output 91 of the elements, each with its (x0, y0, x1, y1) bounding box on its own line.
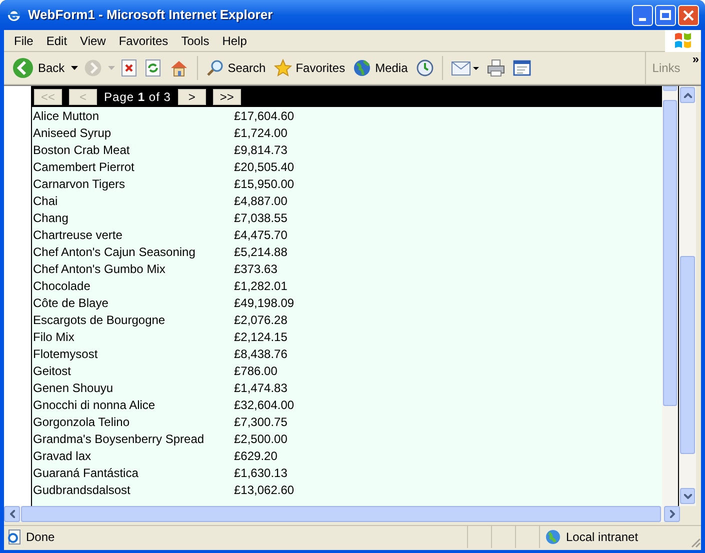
status-text: Done (26, 529, 55, 546)
table-cell-text: £17,604.60 (234, 108, 294, 124)
menu-item[interactable]: Favorites (112, 32, 174, 50)
table-cell-text: Guaraná Fantástica (32, 464, 140, 482)
table-cell-text: Aniseed Syrup (32, 124, 112, 142)
table-cell-text: Chai (32, 192, 59, 210)
table-cell-text: Escargots de Bourgogne (32, 312, 166, 328)
menu-item[interactable]: Tools (175, 32, 216, 50)
page-indicator: Page 1 of 3 (104, 88, 171, 106)
table-cell-text: Boston Crab Meat (32, 142, 131, 158)
menu-item[interactable]: Help (216, 32, 253, 50)
table-cell-text: £786.00 (234, 362, 278, 380)
maximize-button[interactable] (655, 4, 676, 26)
table-cell-text: Grandma's Boysenberry Spread (32, 430, 206, 448)
table-cell-text: Chocolade (32, 278, 92, 294)
refresh-icon[interactable] (144, 59, 161, 77)
table-cell-text: £1,474.83 (234, 380, 288, 396)
house-icon[interactable] (168, 59, 189, 77)
notepad-icon[interactable] (512, 59, 531, 77)
resize-grip-icon[interactable] (689, 536, 701, 548)
windows-logo-icon (665, 30, 701, 52)
scroll-right-button[interactable] (664, 506, 680, 522)
table-cell-text: £373.63 (234, 260, 278, 278)
table-cell-text: £4,475.70 (234, 226, 288, 244)
dropdown-caret-icon[interactable] (70, 66, 78, 70)
scrollbar[interactable] (679, 86, 696, 506)
globe-icon (353, 59, 372, 77)
menu-item[interactable]: View (74, 32, 112, 50)
search-icon (206, 59, 224, 77)
scroll-down-button[interactable] (680, 488, 695, 504)
table-cell-text: Carnarvon Tigers (32, 176, 126, 192)
table-cell-text: Gorgonzola Telino (32, 414, 131, 430)
close-button[interactable] (678, 4, 699, 26)
scroll-up-button[interactable] (680, 87, 695, 103)
table-cell-text: Geitost (32, 362, 72, 380)
pager-button[interactable]: >> (212, 88, 241, 104)
table-cell-text: £15,950.00 (234, 176, 294, 192)
close-icon (683, 10, 694, 20)
table-cell-text: £9,814.73 (234, 142, 288, 158)
minimize-button[interactable] (632, 4, 653, 26)
table-cell-text: £1,724.00 (234, 124, 288, 142)
stop-icon[interactable] (120, 59, 137, 77)
scrollbar[interactable] (662, 86, 678, 506)
table-cell-text: £49,198.09 (234, 294, 294, 312)
table-cell-text: Chef Anton's Gumbo Mix (32, 260, 166, 278)
table-cell-text: £2,076.28 (234, 312, 288, 328)
page-icon (6, 529, 22, 545)
table-cell-text: Genen Shouyu (32, 380, 114, 396)
zone-label: Local intranet (566, 529, 638, 546)
table-cell-text: £1,630.13 (234, 464, 288, 482)
table-cell-text: Gudbrandsdalsost (32, 482, 132, 498)
table-cell-text: £20,505.40 (234, 158, 294, 176)
table-cell-text: £2,124.15 (234, 328, 288, 346)
table-cell-text: Filo Mix (32, 328, 76, 346)
media-button[interactable]: Media (351, 55, 410, 81)
globe-icon (544, 529, 562, 545)
table-cell-text: Chartreuse verte (32, 226, 124, 244)
envelope-icon[interactable] (450, 59, 479, 77)
star-icon (274, 59, 292, 77)
clock-icon[interactable] (416, 59, 434, 77)
browser-icon (6, 7, 22, 23)
table-cell-text: £32,604.00 (234, 396, 294, 414)
window-title: WebForm1 - Microsoft Internet Explorer (28, 6, 273, 24)
table-cell-text: Flotemysost (32, 346, 99, 362)
table-cell-text: Côte de Blaye (32, 294, 110, 312)
chevron-icon[interactable]: » (692, 52, 699, 66)
scrollbar-thumb[interactable] (663, 100, 677, 406)
table-cell-text: Chang (32, 210, 70, 226)
table-cell-text: Alice Mutton (32, 108, 100, 124)
table-cell-text: £629.20 (234, 448, 278, 464)
table-cell-text: £1,282.01 (234, 278, 288, 294)
scroll-left-button[interactable] (4, 506, 20, 522)
back-button[interactable]: Back (10, 55, 67, 81)
menu-item[interactable]: Edit (40, 32, 74, 50)
table-cell-text: £2,500.00 (234, 430, 288, 448)
table-cell-text: Chef Anton's Cajun Seasoning (32, 244, 196, 260)
table-cell-text: £5,214.88 (234, 244, 288, 260)
table-cell-text: £7,038.55 (234, 210, 288, 226)
table-cell-text: £4,887.00 (234, 192, 288, 210)
pager-button[interactable]: > (178, 88, 206, 104)
scrollbar-thumb[interactable] (680, 256, 695, 454)
search-button[interactable]: Search (204, 55, 268, 81)
table-cell-text: Gravad lax (32, 448, 92, 464)
menu-item[interactable]: File (8, 32, 40, 50)
table-cell-text: £8,438.76 (234, 346, 288, 362)
table-cell-text: Camembert Pierrot (32, 158, 136, 176)
table-cell-text: £13,062.60 (234, 482, 294, 498)
table-cell-text: Gnocchi di nonna Alice (32, 396, 156, 414)
table-cell-text: £7,300.75 (234, 414, 288, 430)
favorites-button[interactable]: Favorites (272, 55, 348, 81)
printer-icon[interactable] (486, 59, 505, 77)
